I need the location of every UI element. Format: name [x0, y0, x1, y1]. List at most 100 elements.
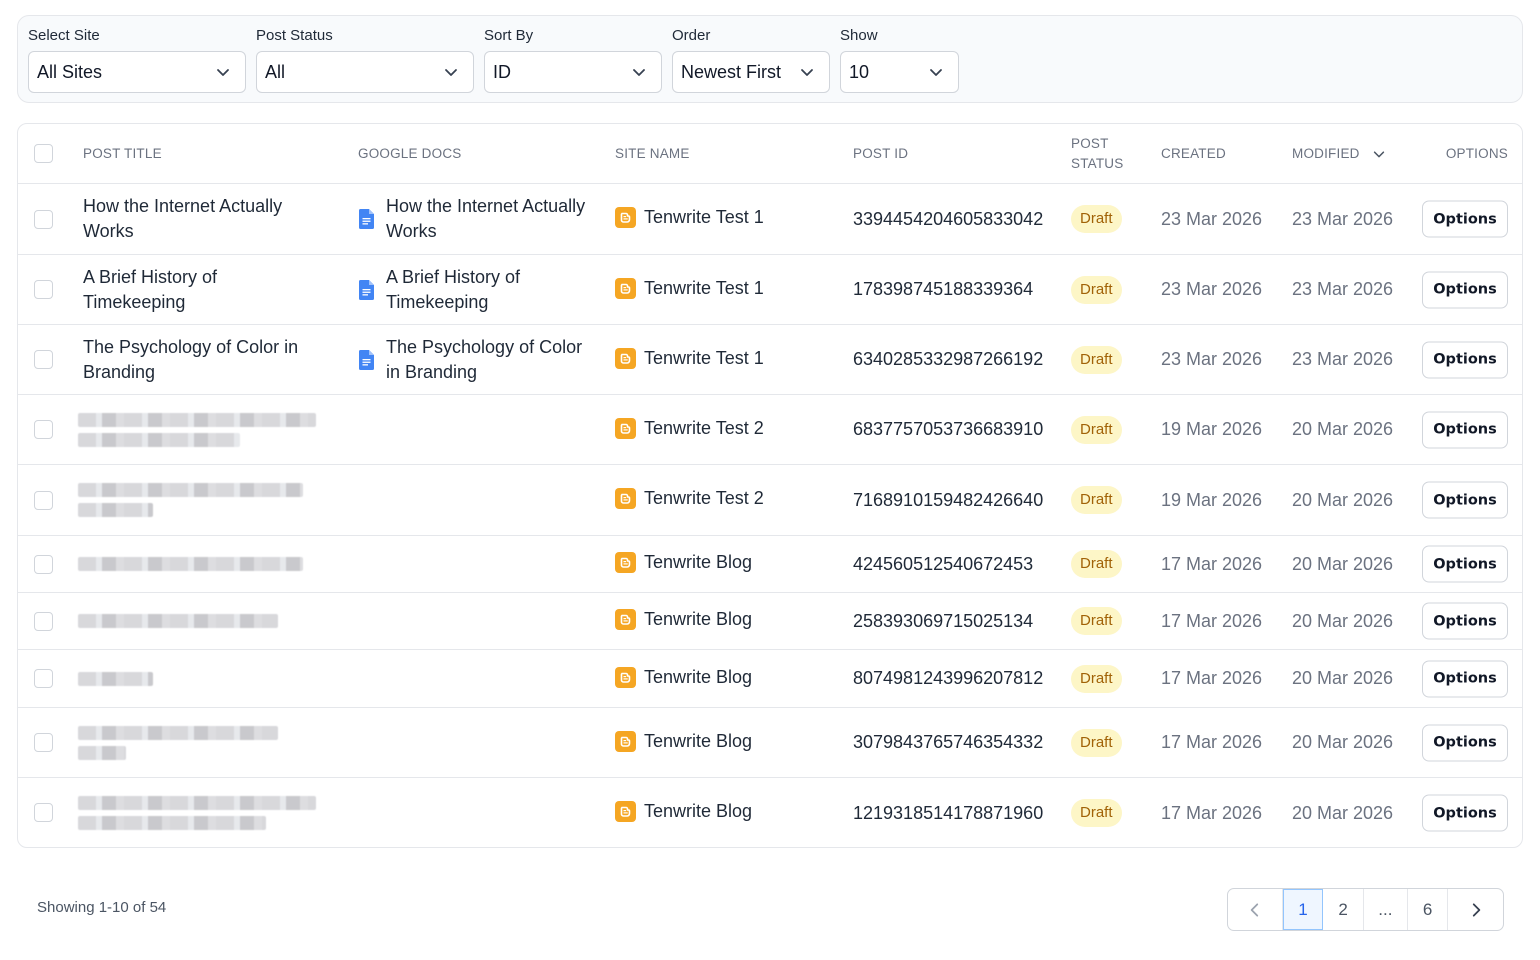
site-name: Tenwrite Blog — [644, 609, 753, 629]
row-checkbox[interactable] — [34, 555, 53, 574]
modified-date: 20 Mar 2026 — [1292, 610, 1394, 631]
site-name-cell: Tenwrite Blog — [615, 778, 752, 847]
header-modified[interactable]: MODIFIED — [1292, 124, 1386, 184]
row-checkbox[interactable] — [34, 669, 53, 688]
table-row: Tenwrite Blog 1219318514178871960 Draft 17 … — [18, 778, 1522, 847]
blogger-icon — [615, 488, 636, 509]
post-status-select-value: All — [265, 61, 286, 82]
site-name-cell: Tenwrite Blog — [615, 536, 752, 592]
site-select-value: All Sites — [37, 61, 103, 82]
status-badge: Draft — [1071, 415, 1122, 444]
table-row: Tenwrite Blog 3079843765746354332 Draft 17 … — [18, 708, 1522, 778]
row-checkbox[interactable] — [34, 350, 53, 369]
header-options: OPTIONS — [1445, 146, 1508, 161]
table-row: Tenwrite Blog 258393069715025134 Draft 17 M… — [18, 593, 1522, 650]
status-badge: Draft — [1071, 345, 1122, 374]
site-name-cell: Tenwrite Blog — [615, 593, 752, 649]
table-header: POST TITLE GOOGLE DOCS SITE NAME POST ID… — [18, 124, 1522, 184]
posts-table: POST TITLE GOOGLE DOCS SITE NAME POST ID… — [17, 123, 1523, 848]
pagination-summary: Showing 1-10 of 54 — [37, 899, 167, 916]
post-title[interactable]: How the Internet Actually Works — [83, 194, 323, 244]
post-id: 6340285332987266192 — [853, 349, 1044, 369]
options-button[interactable]: Options — [1422, 271, 1508, 308]
header-google-docs: GOOGLE DOCS — [358, 146, 462, 161]
header-post-id[interactable]: POST ID — [853, 124, 908, 184]
header-post-status[interactable]: POST STATUS — [1071, 124, 1123, 184]
blogger-icon — [615, 417, 636, 439]
status-badge: Draft — [1071, 205, 1122, 233]
post-id: 6837757053736683910 — [853, 419, 1044, 439]
page-button-2[interactable]: 2 — [1323, 889, 1365, 930]
blogger-icon — [615, 801, 636, 822]
table-row: Tenwrite Test 2 6837757053736683910 Draft 1… — [18, 395, 1522, 465]
blogger-icon — [615, 730, 636, 752]
post-id: 8074981243996207812 — [853, 668, 1044, 688]
redacted-post-title — [78, 536, 348, 592]
google-doc-link[interactable]: How the Internet Actually Works — [359, 194, 596, 244]
created-date: 17 Mar 2026 — [1161, 668, 1263, 688]
row-checkbox[interactable] — [34, 612, 53, 631]
options-button[interactable]: Options — [1422, 660, 1508, 697]
header-created[interactable]: CREATED — [1161, 124, 1226, 184]
google-doc-title: A Brief History of Timekeeping — [386, 266, 521, 312]
site-name: Tenwrite Test 2 — [644, 488, 764, 508]
chevron-down-icon — [445, 69, 457, 76]
row-checkbox[interactable] — [34, 420, 53, 439]
options-button[interactable]: Options — [1422, 724, 1508, 761]
filter-label: Show — [840, 27, 878, 44]
header-modified-label: MODIFIED — [1292, 146, 1360, 161]
row-checkbox[interactable] — [34, 733, 53, 752]
chevron-down-icon — [633, 69, 645, 76]
site-name: Tenwrite Test 2 — [644, 417, 764, 438]
header-post-title[interactable]: POST TITLE — [83, 124, 162, 184]
table-row: The Psychology of Color in Branding The P… — [18, 325, 1522, 395]
order-select[interactable]: Newest First — [672, 51, 830, 93]
table-row: A Brief History of Timekeeping A Brief Hi… — [18, 255, 1522, 325]
row-checkbox[interactable] — [34, 491, 53, 510]
modified-date: 20 Mar 2026 — [1292, 732, 1394, 752]
prev-page-button[interactable] — [1228, 889, 1283, 930]
google-doc-link[interactable]: The Psychology of Color in Branding — [359, 335, 596, 385]
header-post-status-line2: STATUS — [1071, 156, 1124, 171]
post-status-select[interactable]: All — [256, 51, 474, 93]
options-button[interactable]: Options — [1422, 545, 1508, 583]
status-badge: Draft — [1071, 607, 1122, 635]
site-name-cell: Tenwrite Test 2 — [615, 465, 764, 535]
post-id: 258393069715025134 — [853, 610, 1034, 631]
created-date: 19 Mar 2026 — [1161, 489, 1263, 510]
redacted-post-title — [78, 650, 348, 707]
select-all-checkbox[interactable] — [34, 144, 53, 163]
pagination: 1 2 ... 6 — [1227, 888, 1504, 931]
row-checkbox[interactable] — [34, 210, 53, 229]
post-title[interactable]: The Psychology of Color in Branding — [83, 335, 323, 385]
google-doc-link[interactable]: A Brief History of Timekeeping — [359, 265, 596, 315]
row-checkbox[interactable] — [34, 803, 53, 822]
options-button[interactable]: Options — [1422, 411, 1508, 448]
status-badge: Draft — [1071, 486, 1122, 514]
header-site-name[interactable]: SITE NAME — [615, 124, 690, 184]
options-button[interactable]: Options — [1422, 794, 1508, 832]
modified-date: 23 Mar 2026 — [1292, 208, 1394, 229]
site-select[interactable]: All Sites — [28, 51, 246, 93]
blogger-icon — [615, 207, 636, 228]
page-button-1[interactable]: 1 — [1282, 889, 1324, 930]
next-page-button[interactable] — [1448, 889, 1503, 930]
site-name-cell: Tenwrite Blog — [615, 708, 752, 777]
modified-date: 23 Mar 2026 — [1292, 279, 1394, 299]
post-id: 3394454204605833042 — [853, 208, 1044, 229]
options-button[interactable]: Options — [1422, 481, 1508, 519]
site-name-cell: Tenwrite Test 1 — [615, 325, 764, 394]
show-count-select[interactable]: 10 — [840, 51, 959, 93]
row-checkbox[interactable] — [34, 280, 53, 299]
sort-by-select[interactable]: ID — [484, 51, 662, 93]
chevron-left-icon — [1250, 902, 1258, 917]
post-id: 178398745188339364 — [853, 279, 1034, 299]
post-title[interactable]: A Brief History of Timekeeping — [83, 265, 323, 315]
options-button[interactable]: Options — [1422, 341, 1508, 378]
modified-date: 20 Mar 2026 — [1292, 668, 1394, 688]
page-button-6[interactable]: 6 — [1408, 889, 1449, 930]
options-button[interactable]: Options — [1422, 602, 1508, 640]
options-button[interactable]: Options — [1422, 200, 1508, 238]
page-ellipsis: ... — [1364, 889, 1408, 930]
post-status-cell: Draft — [1071, 650, 1122, 707]
